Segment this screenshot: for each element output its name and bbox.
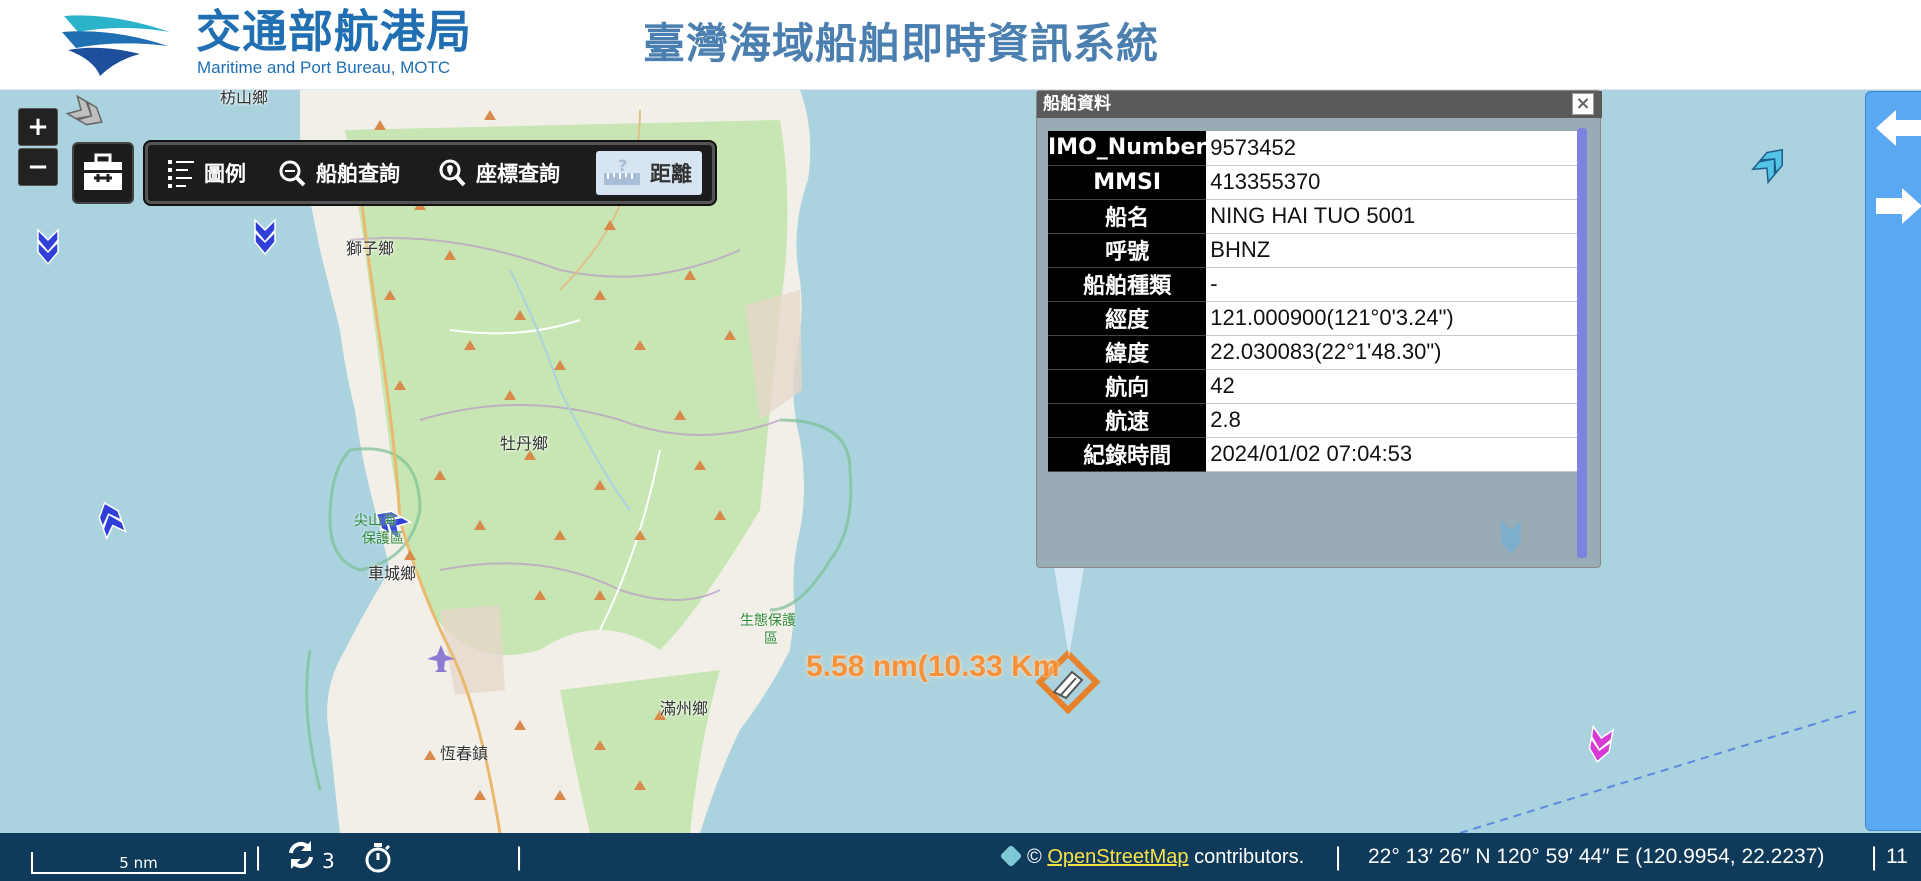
ship-info-value: 2.8 xyxy=(1206,403,1578,438)
distance-button[interactable]: ? 距離 xyxy=(596,151,702,195)
ship-info-row: MMSI 413355370 xyxy=(1048,165,1578,200)
ship-icon[interactable] xyxy=(254,218,276,256)
map-attribution: © OpenStreetMap contributors. xyxy=(999,843,1304,871)
ship-info-row: IMO_Number 9573452 xyxy=(1048,131,1578,166)
legend-icon xyxy=(168,160,194,188)
ship-info-value: NING HAI TUO 5001 xyxy=(1206,199,1578,234)
coordinate-search-label: 座標查詢 xyxy=(476,162,560,186)
status-separator: | xyxy=(515,843,524,871)
refresh-icon[interactable] xyxy=(285,839,317,871)
ship-info-key: 船名 xyxy=(1048,199,1207,234)
arrow-right-icon[interactable] xyxy=(1874,184,1921,228)
status-separator: | xyxy=(1334,843,1343,871)
map-label-jianshan-reserve: 尖山海 保護區 xyxy=(354,513,404,547)
cursor-coordinate-readout: 22° 13′ 26″ N 120° 59′ 44″ E (120.9954, … xyxy=(1368,845,1825,868)
legend-button[interactable]: 圖例 xyxy=(166,151,246,195)
ship-info-row: 呼號 BHNZ xyxy=(1048,233,1578,268)
ship-info-value: 22.030083(22°1'48.30") xyxy=(1206,335,1578,370)
ship-info-row: 緯度 22.030083(22°1'48.30") xyxy=(1048,335,1578,370)
ruler-icon: ? xyxy=(604,157,640,185)
map-label-manzhou: 滿州鄉 xyxy=(660,699,709,718)
popup-scrollbar[interactable] xyxy=(1577,128,1587,558)
status-separator: | xyxy=(1870,843,1879,871)
search-icon xyxy=(279,160,306,187)
ship-info-key: 呼號 xyxy=(1048,233,1207,268)
ship-info-value: 413355370 xyxy=(1206,165,1578,200)
ship-info-value: BHNZ xyxy=(1206,233,1578,268)
ship-icon[interactable] xyxy=(95,500,127,541)
ship-search-label: 船舶查詢 xyxy=(316,162,400,186)
ship-icon xyxy=(1501,520,1521,554)
close-button[interactable]: × xyxy=(1572,93,1594,115)
legend-label: 圖例 xyxy=(204,162,246,186)
zoom-in-button[interactable]: + xyxy=(18,108,58,146)
ship-info-row: 船舶種類 - xyxy=(1048,267,1578,302)
ship-info-key: 航速 xyxy=(1048,403,1207,438)
attribution-icon xyxy=(999,844,1023,868)
ship-info-value: 121.000900(121°0'3.24") xyxy=(1206,301,1578,336)
logo-title-english: Maritime and Port Bureau, MOTC xyxy=(197,58,451,77)
ship-info-value: - xyxy=(1206,267,1578,302)
ship-info-row: 船名 NING HAI TUO 5001 xyxy=(1048,199,1578,234)
bureau-logo-icon xyxy=(62,15,170,76)
arrow-left-icon[interactable] xyxy=(1874,106,1921,150)
status-bar: 5 nm | 3 | © OpenStreetMap contributors.… xyxy=(0,833,1921,881)
map-label-top-fragment: 枋山鄉 xyxy=(220,90,269,107)
ship-info-value: 9573452 xyxy=(1206,131,1578,166)
location-pin-icon xyxy=(439,159,466,187)
ship-info-table: IMO_Number 9573452 MMSI 413355370 船名 NING HAI… xyxy=(1048,131,1578,472)
ship-info-key: 紀錄時間 xyxy=(1048,437,1207,472)
ship-icon[interactable] xyxy=(1587,724,1615,764)
ship-icon[interactable] xyxy=(1751,143,1790,185)
zoom-out-button[interactable]: − xyxy=(18,148,58,186)
ship-info-key: MMSI xyxy=(1048,165,1207,200)
scale-bar: 5 nm xyxy=(31,852,246,874)
map-label-hengchun: 恆春鎮 xyxy=(440,744,489,763)
ship-icon[interactable] xyxy=(65,94,106,130)
ship-info-value: 2024/01/02 07:04:53 xyxy=(1206,437,1578,472)
refresh-count: 3 xyxy=(322,849,335,873)
ship-info-row: 航向 42 xyxy=(1048,369,1578,404)
side-panel xyxy=(1865,91,1921,831)
timer-icon[interactable] xyxy=(362,841,394,875)
logo-title-chinese: 交通部航港局 xyxy=(196,5,473,58)
map-label-eco-reserve: 生態保護 區 xyxy=(740,613,796,647)
ship-info-key: 經度 xyxy=(1048,301,1207,336)
ship-search-button[interactable]: 船舶查詢 xyxy=(278,151,400,195)
svg-text:?: ? xyxy=(618,157,627,175)
map-toolbar: 圖例 船舶查詢 座標查詢 ? 距離 xyxy=(145,142,715,204)
status-separator: | xyxy=(254,843,263,871)
zoom-level: 11 xyxy=(1886,845,1908,868)
ship-info-key: IMO_Number xyxy=(1048,131,1207,166)
ship-info-key: 船舶種類 xyxy=(1048,267,1207,302)
map-label-shizi: 獅子鄉 xyxy=(346,239,395,258)
map-canvas[interactable]: 獅子鄉 牡丹鄉 車城鄉 恆春鎮 滿州鄉 枋山鄉 生態保護 區 尖山海 保護區 +… xyxy=(0,90,1921,833)
ship-info-key: 航向 xyxy=(1048,369,1207,404)
ship-info-key: 緯度 xyxy=(1048,335,1207,370)
coordinate-search-button[interactable]: 座標查詢 xyxy=(438,151,560,195)
toolbox-icon xyxy=(84,153,122,190)
toolbox-button[interactable] xyxy=(72,142,134,204)
ship-info-row: 航速 2.8 xyxy=(1048,403,1578,438)
ship-icon[interactable] xyxy=(37,228,59,266)
ship-info-popup: 船舶資料 × IMO_Number 9573452 MMSI 413355370 船名 N… xyxy=(1036,90,1602,568)
popup-pointer xyxy=(1054,567,1084,657)
page-title: 臺灣海域船舶即時資訊系統 xyxy=(643,19,1160,68)
header: 交通部航港局 Maritime and Port Bureau, MOTC 臺灣… xyxy=(0,0,1921,90)
openstreetmap-link[interactable]: OpenStreetMap xyxy=(1047,846,1188,868)
map-label-mudan: 牡丹鄉 xyxy=(500,434,549,453)
distance-measurement-label: 5.58 nm(10.33 Km xyxy=(806,650,1060,683)
popup-title: 船舶資料 xyxy=(1037,91,1602,118)
distance-label: 距離 xyxy=(650,162,692,186)
ship-info-row: 經度 121.000900(121°0'3.24") xyxy=(1048,301,1578,336)
ship-info-row: 紀錄時間 2024/01/02 07:04:53 xyxy=(1048,437,1578,472)
map-label-checheng: 車城鄉 xyxy=(368,564,417,583)
ship-info-value: 42 xyxy=(1206,369,1578,404)
